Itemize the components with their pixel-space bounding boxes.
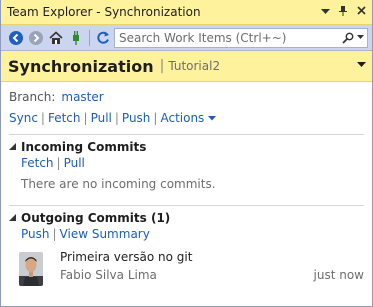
toolbar: Search Work Items (Ctrl+~)	[1, 25, 372, 51]
actions-menu-link[interactable]: Actions	[160, 111, 204, 125]
collapse-icon[interactable]	[9, 213, 21, 223]
title-bar: Team Explorer - Synchronization	[1, 0, 372, 25]
search-icon[interactable]	[342, 32, 354, 44]
no-incoming-message: There are no incoming commits.	[21, 177, 216, 191]
fetch-link[interactable]: Fetch	[48, 111, 81, 125]
separator: |	[40, 111, 45, 125]
header-dropdown-icon[interactable]	[357, 61, 366, 71]
push-link[interactable]: Push	[122, 111, 151, 125]
separator: |	[56, 156, 61, 170]
header-separator: |	[159, 58, 165, 74]
incoming-links: Fetch | Pull	[21, 155, 364, 171]
toolbar-separator	[89, 29, 90, 46]
search-work-items-input[interactable]: Search Work Items (Ctrl+~)	[114, 27, 368, 48]
commit-details: Primeira versão no git Fabio Silva Lima …	[60, 250, 364, 282]
page-title: Synchronization	[8, 56, 154, 76]
outgoing-commits-section: Outgoing Commits (1) Push | View Summary	[9, 210, 364, 286]
search-dropdown-icon[interactable]	[357, 35, 364, 40]
actions-chevron-down-icon[interactable]	[208, 114, 217, 123]
close-icon[interactable]	[354, 5, 368, 19]
view-summary-link[interactable]: View Summary	[60, 227, 150, 241]
home-icon[interactable]	[47, 29, 65, 47]
incoming-fetch-link[interactable]: Fetch	[21, 156, 54, 170]
section-divider	[9, 205, 364, 206]
refresh-icon[interactable]	[94, 29, 112, 47]
separator: |	[114, 111, 119, 125]
commit-author: Fabio Silva Lima	[60, 268, 157, 282]
commit-time: just now	[313, 268, 364, 282]
outgoing-push-link[interactable]: Push	[21, 227, 50, 241]
branch-link[interactable]: master	[61, 90, 103, 104]
sync-link[interactable]: Sync	[9, 111, 38, 125]
section-divider	[9, 134, 364, 135]
commit-meta: Fabio Silva Lima just now	[60, 268, 364, 282]
outgoing-section-header[interactable]: Outgoing Commits (1)	[9, 210, 364, 226]
incoming-commits-title: Incoming Commits	[21, 140, 147, 154]
commit-item[interactable]: Primeira versão no git Fabio Silva Lima …	[19, 250, 364, 286]
separator: |	[52, 227, 57, 241]
incoming-pull-link[interactable]: Pull	[64, 156, 85, 170]
branch-label: Branch:	[9, 90, 56, 104]
window-title: Team Explorer - Synchronization	[7, 5, 201, 19]
outgoing-commits-title: Outgoing Commits (1)	[21, 211, 171, 225]
page-subtitle: Tutorial2	[168, 59, 221, 73]
outgoing-links: Push | View Summary	[21, 226, 364, 242]
forward-icon[interactable]	[27, 29, 45, 47]
incoming-section-header[interactable]: Incoming Commits	[9, 139, 364, 155]
pull-link[interactable]: Pull	[91, 111, 112, 125]
team-explorer-window: Team Explorer - Synchronization Search W…	[0, 0, 373, 307]
incoming-commits-section: Incoming Commits Fetch | Pull There are …	[9, 139, 364, 191]
separator: |	[83, 111, 88, 125]
pin-icon[interactable]	[336, 5, 350, 19]
search-placeholder: Search Work Items (Ctrl+~)	[119, 30, 287, 45]
connect-icon[interactable]	[67, 29, 85, 47]
dropdown-icon[interactable]	[318, 5, 332, 19]
action-links: Sync | Fetch | Pull | Push | Actions	[9, 110, 364, 126]
branch-row: Branch: master	[9, 89, 364, 105]
separator: |	[153, 111, 158, 125]
main-content: Branch: master Sync | Fetch | Pull | Pus…	[1, 89, 372, 286]
collapse-icon[interactable]	[9, 142, 21, 152]
page-header: Synchronization | Tutorial2	[1, 51, 372, 82]
commit-message: Primeira versão no git	[60, 250, 193, 264]
avatar	[19, 252, 43, 286]
back-icon[interactable]	[7, 29, 25, 47]
